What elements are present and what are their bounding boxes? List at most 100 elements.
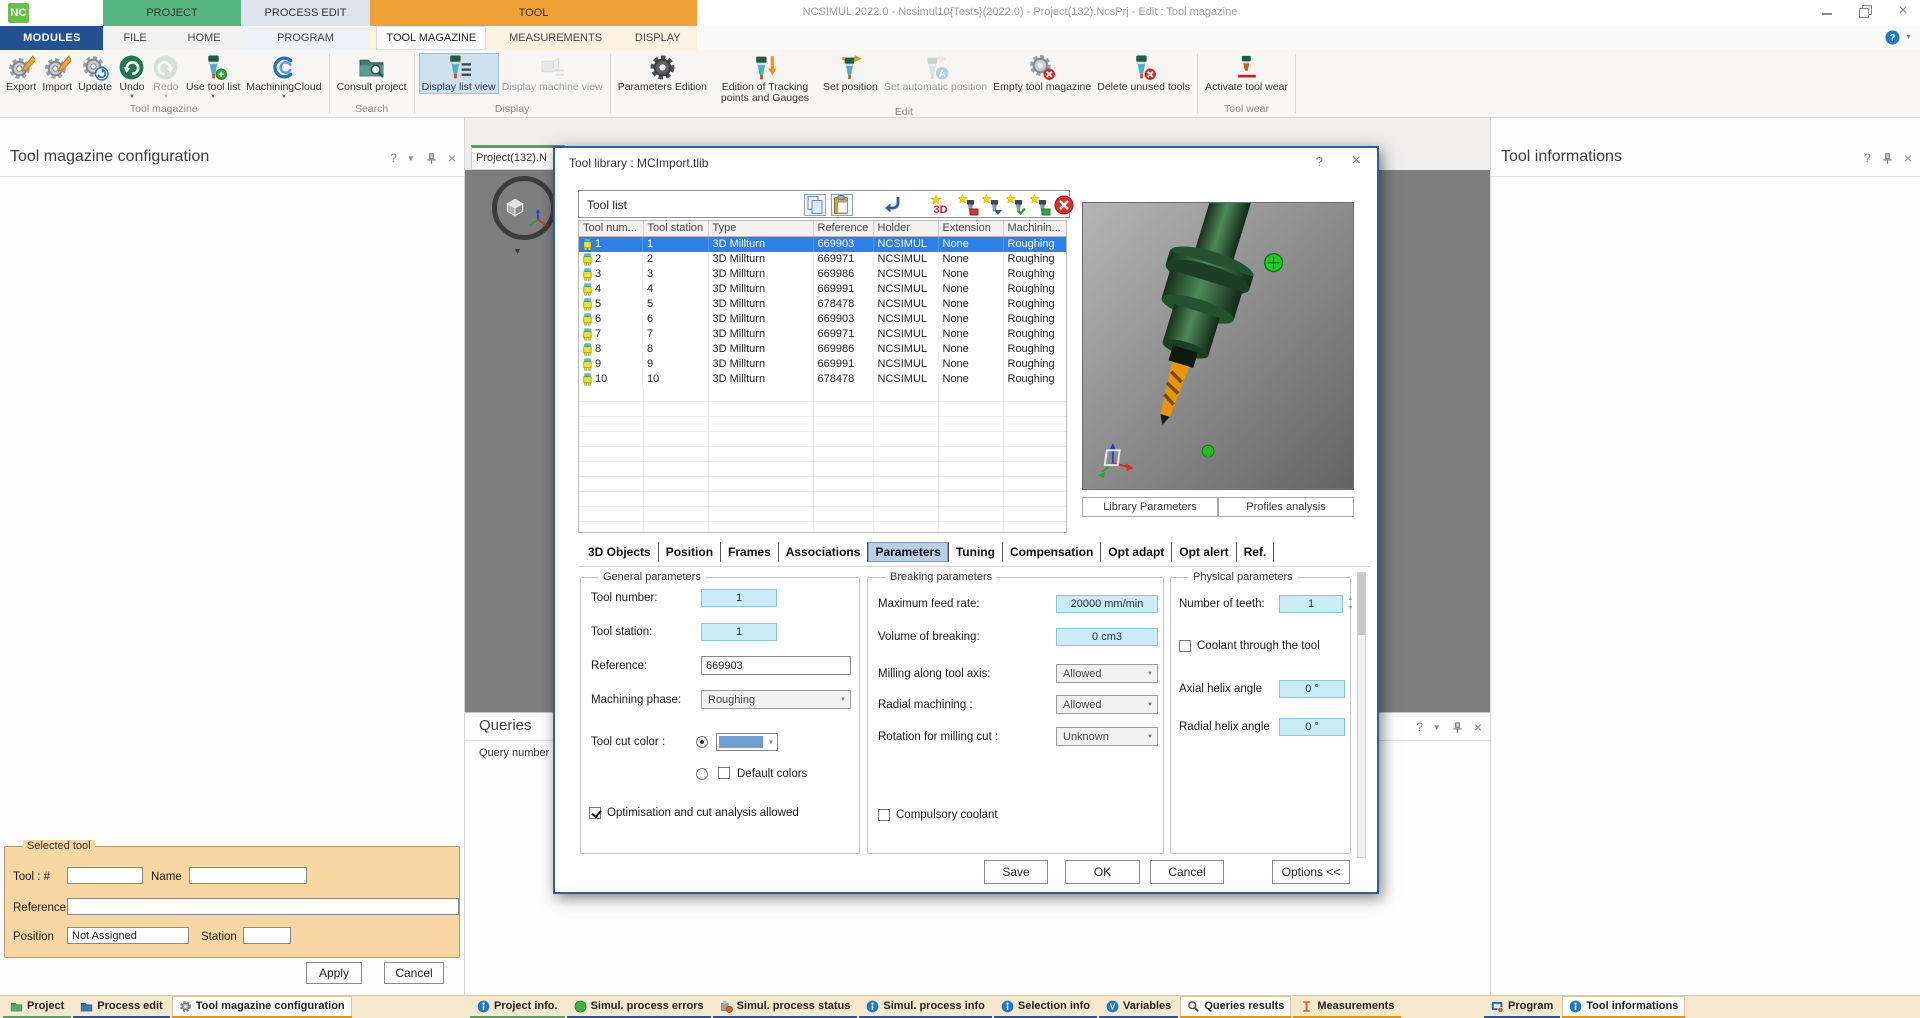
axial-helix-value[interactable]: 0 °: [1279, 680, 1345, 698]
cancel-button[interactable]: Cancel: [384, 962, 444, 984]
app-logo[interactable]: NC: [8, 3, 29, 23]
ntool-blue-icon[interactable]: [981, 194, 1003, 216]
coolant-through-checkbox[interactable]: [1179, 640, 1191, 652]
profiles-analysis-button[interactable]: Profiles analysis: [1218, 497, 1354, 517]
ribbon-button-undo[interactable]: Undo▼: [115, 53, 149, 101]
status-tab-simul-process-info[interactable]: Simul. process info: [859, 996, 991, 1018]
status-tab-tool-informations[interactable]: Tool informations: [1562, 996, 1685, 1018]
status-tab-measurements[interactable]: Measurements: [1293, 996, 1401, 1018]
dialog-tab-compensation[interactable]: Compensation: [1003, 542, 1101, 562]
column-header-reference[interactable]: Reference: [813, 221, 873, 236]
ribbon-tab-tool-magazine[interactable]: TOOL MAGAZINE: [376, 26, 486, 50]
ribbon-button-activate-tool-wear[interactable]: Activate tool wear: [1202, 53, 1291, 94]
compulsory-coolant-checkbox[interactable]: [878, 809, 890, 821]
status-tab-variables[interactable]: VVariables: [1099, 996, 1178, 1018]
new-3d-icon[interactable]: 3D: [930, 194, 952, 216]
station-input[interactable]: [243, 927, 291, 944]
column-header-extension[interactable]: Extension: [938, 221, 1003, 236]
minimize-icon[interactable]: [1820, 4, 1834, 18]
ribbon-button-edition-of-tracking-points-and-gauges[interactable]: Edition of Tracking points and Gauges: [710, 53, 820, 105]
view-cube-icon[interactable]: [502, 194, 528, 220]
tool-row-4[interactable]: 443D Millturn669991NCSIMULNoneRoughing: [579, 282, 1067, 297]
dialog-tab-ref[interactable]: Ref.: [1237, 542, 1275, 562]
volume-breaking-value[interactable]: 0 cm3: [1056, 628, 1158, 646]
dialog-tab-3d-objects[interactable]: 3D Objects: [581, 542, 659, 562]
context-group-tool[interactable]: TOOL: [370, 0, 697, 26]
reference-input[interactable]: [701, 656, 851, 675]
ribbon-button-display-list-view[interactable]: Display list view: [419, 53, 499, 94]
ribbon-button-use-tool-list[interactable]: Use tool list▼: [183, 53, 243, 101]
ribbon-tab-measurements[interactable]: MEASUREMENTS: [499, 26, 612, 50]
ribbon-button-machiningcloud[interactable]: MachiningCloud▼: [243, 53, 324, 101]
tool-row-3[interactable]: 333D Millturn669986NCSIMULNoneRoughing: [579, 267, 1067, 282]
widget-expand-icon[interactable]: ▼: [513, 246, 522, 256]
viewport-tab-project[interactable]: Project(132).N: [471, 145, 565, 170]
queries-pin-icon[interactable]: [1451, 721, 1464, 734]
default-colors-checkbox[interactable]: [718, 767, 730, 779]
column-header-tool-num[interactable]: Tool num...: [579, 221, 643, 236]
milling-axis-select[interactable]: Allowed: [1056, 664, 1158, 683]
panel-pin-icon[interactable]: [1881, 152, 1894, 165]
max-feed-value[interactable]: 20000 mm/min: [1056, 595, 1158, 613]
radial-machining-select[interactable]: Allowed: [1056, 695, 1158, 714]
default-colors-radio[interactable]: [696, 768, 708, 780]
tool-row-9[interactable]: 993D Millturn669991NCSIMULNoneRoughing: [579, 357, 1067, 372]
import-lib-icon[interactable]: [882, 194, 904, 216]
dialog-tab-tuning[interactable]: Tuning: [949, 542, 1003, 562]
reference-input[interactable]: [67, 898, 459, 915]
ribbon-button-consult-project[interactable]: Consult project: [334, 53, 410, 94]
panel-pin-icon[interactable]: [425, 152, 438, 165]
optimisation-checkbox[interactable]: [589, 807, 601, 819]
rotation-milling-select[interactable]: Unknown: [1056, 727, 1158, 746]
status-tab-simul-process-status[interactable]: Simul. process status: [713, 996, 858, 1018]
tool-row-2[interactable]: 223D Millturn669971NCSIMULNoneRoughing: [579, 252, 1067, 267]
ribbon-tab-home[interactable]: HOME: [178, 26, 231, 50]
panel-close-icon[interactable]: ×: [1904, 152, 1912, 165]
tool-station-value[interactable]: 1: [701, 623, 777, 641]
dialog-tab-frames[interactable]: Frames: [721, 542, 779, 562]
tool-row-5[interactable]: 553D Millturn678478NCSIMULNoneRoughing: [579, 297, 1067, 312]
tool-row-8[interactable]: 883D Millturn669986NCSIMULNoneRoughing: [579, 342, 1067, 357]
view-orientation-widget[interactable]: [492, 176, 556, 240]
status-tab-program[interactable]: Program: [1484, 996, 1560, 1018]
tool-row-6[interactable]: 663D Millturn669903NCSIMULNoneRoughing: [579, 312, 1067, 327]
panel-menu-icon[interactable]: ▼: [407, 152, 415, 165]
dialog-help-icon[interactable]: ?: [1316, 154, 1323, 169]
radial-helix-value[interactable]: 0 °: [1279, 718, 1345, 736]
help-caret-icon[interactable]: ▼: [1905, 34, 1912, 41]
queries-help-icon[interactable]: ?: [1416, 721, 1423, 734]
tool-row-7[interactable]: 773D Millturn669971NCSIMULNoneRoughing: [579, 327, 1067, 342]
status-tab-simul-process-errors[interactable]: Simul. process errors: [567, 996, 711, 1018]
dialog-close-icon[interactable]: ×: [1352, 152, 1361, 170]
ribbon-tab-display[interactable]: DISPLAY: [625, 26, 691, 50]
column-header-tool-station[interactable]: Tool station: [643, 221, 708, 236]
ribbon-tab-program[interactable]: PROGRAM: [267, 26, 344, 50]
close-icon[interactable]: ×: [1896, 4, 1910, 18]
tool-3d-preview[interactable]: [1082, 202, 1354, 490]
ribbon-button-import[interactable]: Import: [39, 53, 75, 94]
ribbon-button-set-position[interactable]: Set position: [820, 53, 881, 94]
dialog-tab-position[interactable]: Position: [659, 542, 721, 562]
column-header-type[interactable]: Type: [708, 221, 813, 236]
parameters-scrollbar[interactable]: [1357, 572, 1366, 858]
ntool-check-icon[interactable]: [1005, 194, 1027, 216]
panel-close-icon[interactable]: ×: [448, 152, 456, 165]
panel-tab-tool-magazine-configuration[interactable]: Tool magazine configuration: [172, 996, 352, 1018]
dialog-tab-opt-alert[interactable]: Opt alert: [1172, 542, 1236, 562]
ribbon-button-empty-tool-magazine[interactable]: Empty tool magazine: [990, 53, 1094, 94]
teeth-spinner[interactable]: ▲▼: [1345, 595, 1356, 613]
options-button[interactable]: Options <<: [1272, 860, 1350, 884]
paste-icon[interactable]: [831, 194, 853, 216]
ribbon-button-parameters-edition[interactable]: Parameters Edition: [615, 53, 710, 94]
queries-close-icon[interactable]: ×: [1474, 721, 1482, 734]
number-of-teeth-value[interactable]: 1: [1279, 595, 1343, 613]
status-tab-selection-info[interactable]: Selection info: [994, 996, 1097, 1018]
context-group-process-edit[interactable]: PROCESS EDIT: [241, 0, 370, 26]
ntool-red-icon[interactable]: [957, 194, 979, 216]
name-input[interactable]: [189, 867, 307, 884]
tool-row-10[interactable]: 10103D Millturn678478NCSIMULNoneRoughing: [579, 372, 1067, 387]
panel-help-icon[interactable]: ?: [1864, 152, 1871, 165]
position-input[interactable]: [67, 927, 189, 944]
status-tab-queries-results[interactable]: Queries results: [1180, 996, 1291, 1018]
dialog-tab-associations[interactable]: Associations: [779, 542, 869, 562]
